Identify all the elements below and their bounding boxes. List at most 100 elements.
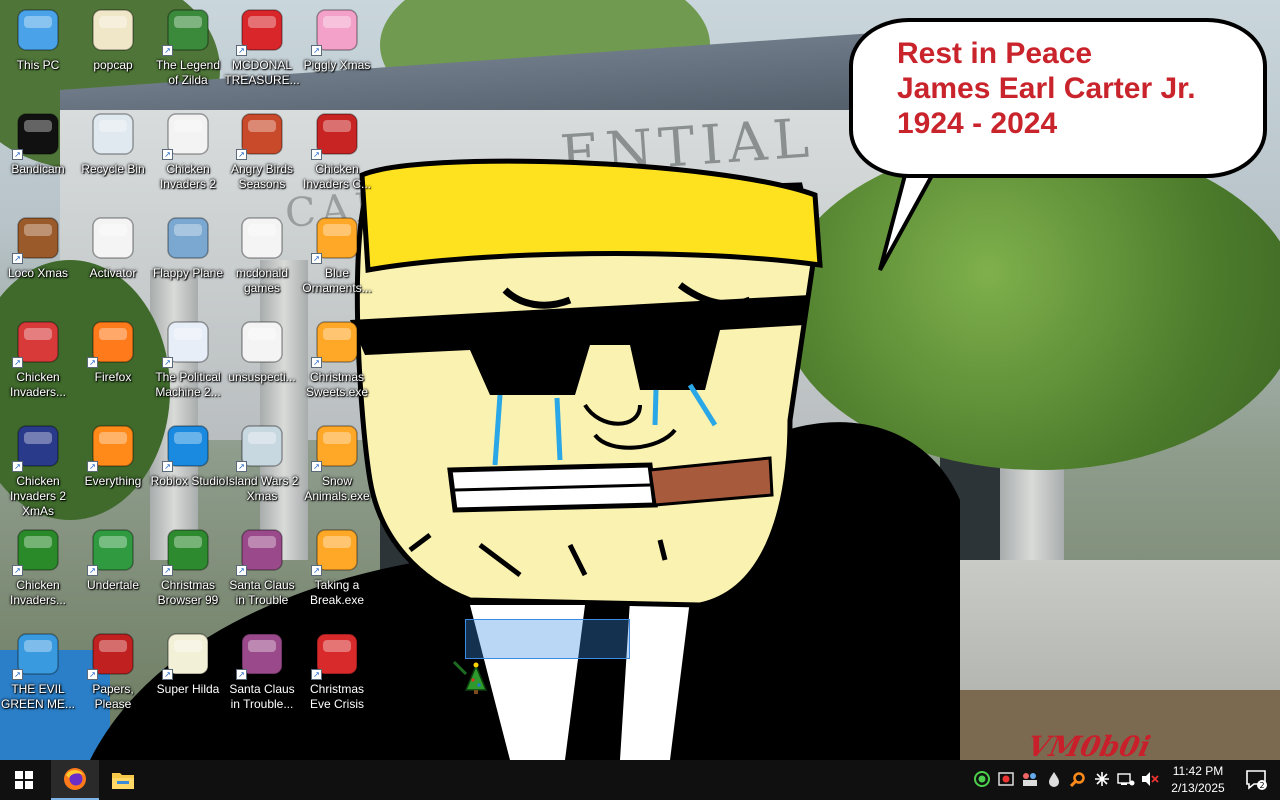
shortcut-arrow-icon: ↗ [236, 669, 247, 680]
notification-count: 2 [1259, 781, 1264, 790]
tray-star-icon[interactable] [1093, 770, 1111, 788]
chicken-invaders-icon: ↗ [12, 318, 62, 368]
bubble-line-1: Rest in Peace [897, 37, 1093, 70]
desktop-icon-angry-birds-seasons[interactable]: ↗ Angry Birds Seasons [224, 104, 300, 204]
popcap-installer-icon: ↗ [311, 214, 361, 264]
watermark-text: VM0b0i [1024, 730, 1154, 760]
desktop-icon-papers-please[interactable]: ↗ Papers, Please [75, 624, 151, 724]
desktop-icon-popcap[interactable]: popcap [75, 0, 151, 100]
santa-face-icon: ↗ [311, 630, 361, 680]
shortcut-arrow-icon: ↗ [311, 565, 322, 576]
taskbar-clock[interactable]: 11:42 PM 2/13/2025 [1163, 763, 1233, 797]
desktop-icon-firefox[interactable]: ↗ Firefox [75, 312, 151, 412]
desktop-icon-label: The Political Machine 2... [155, 370, 221, 399]
shortcut-arrow-icon: ↗ [87, 565, 98, 576]
desktop-icon-mcdonal-treasure[interactable]: ↗ MCDONAL TREASURE... [224, 0, 300, 100]
folder-file-icon [238, 214, 286, 262]
desktop-icon-mcdonald-games[interactable]: mcdonald games [224, 208, 300, 308]
tray-droplet-icon[interactable] [1045, 770, 1063, 788]
shortcut-arrow-icon: ↗ [162, 461, 173, 472]
popcap-folder-icon [89, 6, 137, 54]
desktop-icon-loco-xmas[interactable]: ↗ Loco Xmas [0, 208, 76, 308]
desktop-icon-label: Snow Animals.exe [304, 474, 370, 503]
tray-volume-muted-icon[interactable] [1141, 770, 1159, 788]
desktop-icon-santa-claus-in-trouble[interactable]: ↗ Santa Claus in Trouble [224, 520, 300, 620]
shortcut-arrow-icon: ↗ [311, 253, 322, 264]
desktop-icon-the-legend-of-zilda[interactable]: ↗ The Legend of Zilda [150, 0, 226, 100]
shortcut-arrow-icon: ↗ [311, 461, 322, 472]
desktop-icon-label: This PC [16, 58, 60, 72]
shortcut-arrow-icon: ↗ [236, 461, 247, 472]
desktop-icon-taking-a-break-exe[interactable]: ↗ Taking a Break.exe [299, 520, 375, 620]
firefox-icon [64, 768, 86, 790]
tray-bandicam-icon[interactable] [997, 770, 1015, 788]
desktop-icon-label: Firefox [94, 370, 132, 384]
shortcut-arrow-icon: ↗ [12, 357, 23, 368]
desktop-icon-christmas-sweets-exe[interactable]: ↗ Christmas Sweets.exe [299, 312, 375, 412]
start-button[interactable] [0, 760, 48, 800]
shortcut-arrow-icon: ↗ [162, 149, 173, 160]
piggly-pig-icon: ↗ [311, 6, 361, 56]
political-machine-icon: ↗ [162, 318, 212, 368]
action-center-button[interactable]: 2 [1232, 760, 1280, 800]
tray-group-icon[interactable] [1021, 770, 1039, 788]
desktop-icon-roblox-studio[interactable]: ↗ Roblox Studio [150, 416, 226, 516]
desktop-icon-chicken-invaders-c[interactable]: ↗ Chicken Invaders C... [299, 104, 375, 204]
desktop-icon-the-political-machine-2[interactable]: ↗ The Political Machine 2... [150, 312, 226, 412]
desktop-icon-recycle-bin[interactable]: Recycle Bin [75, 104, 151, 204]
desktop-icon-label: Roblox Studio [150, 474, 226, 488]
desktop-icon-christmas-browser-99[interactable]: ↗ Christmas Browser 99 [150, 520, 226, 620]
desktop-icon-chicken-invaders[interactable]: ↗ Chicken Invaders... [0, 312, 76, 412]
desktop-icon-label: Super Hilda [156, 682, 220, 696]
desktop-icon-chicken-invaders[interactable]: ↗ Chicken Invaders... [0, 520, 76, 620]
desktop-icon-flappy-plane[interactable]: Flappy Plane [150, 208, 226, 308]
shortcut-arrow-icon: ↗ [162, 45, 173, 56]
desktop-icon-label: unsuspecti... [228, 370, 296, 384]
desktop-icon-everything[interactable]: ↗ Everything [75, 416, 151, 516]
desktop-icon-undertale[interactable]: ↗ Undertale [75, 520, 151, 620]
recycle-bin-icon [89, 110, 137, 158]
desktop-icon-unsuspecti[interactable]: unsuspecti... [224, 312, 300, 412]
desktop-icon-label: Christmas Browser 99 [157, 578, 219, 607]
chicken-invaders-xmas-icon: ↗ [12, 422, 62, 472]
desktop-icon-santa-claus-in-trouble[interactable]: ↗ Santa Claus in Trouble... [224, 624, 300, 724]
speech-bubble: Rest in Peace James Earl Carter Jr. 1924… [849, 18, 1267, 178]
desktop-icon-blue-ornaments[interactable]: ↗ Blue Ornaments... [299, 208, 375, 308]
desktop-icon-activator[interactable]: Activator [75, 208, 151, 308]
desktop-icon-the-evil-green-me[interactable]: ↗ THE EVIL GREEN ME... [0, 624, 76, 724]
desktop-icon-snow-animals-exe[interactable]: ↗ Snow Animals.exe [299, 416, 375, 516]
taskbar-firefox-button[interactable] [51, 760, 99, 800]
desktop-icon-label: mcdonald games [235, 266, 289, 295]
bubble-line-3: 1924 - 2024 [897, 107, 1058, 140]
desktop-icon-this-pc[interactable]: This PC [0, 0, 76, 100]
desktop-icon-label: Angry Birds Seasons [230, 162, 294, 191]
desktop-icon-piggly-xmas[interactable]: ↗ Piggly Xmas [299, 0, 375, 100]
desktop-icon-label: MCDONAL TREASURE... [224, 58, 300, 87]
santa-trouble-icon: ↗ [236, 630, 286, 680]
desktop-icon-label: Chicken Invaders... [9, 370, 67, 399]
papers-please-icon: ↗ [87, 630, 137, 680]
tray-network-icon[interactable] [1117, 770, 1135, 788]
shortcut-arrow-icon: ↗ [162, 357, 173, 368]
taskbar-file-explorer-button[interactable] [99, 760, 147, 800]
clock-date: 2/13/2025 [1171, 781, 1225, 795]
desktop-icon-chicken-invaders-2[interactable]: ↗ Chicken Invaders 2 [150, 104, 226, 204]
desktop-icon-super-hilda[interactable]: ↗ Super Hilda [150, 624, 226, 724]
undertale-icon: ↗ [87, 526, 137, 576]
shortcut-arrow-icon: ↗ [311, 149, 322, 160]
start-windows-icon [15, 771, 33, 789]
shortcut-arrow-icon: ↗ [12, 669, 23, 680]
notification-icon: 2 [1246, 770, 1267, 790]
desktop-icon-bandicam[interactable]: ↗ Bandicam [0, 104, 76, 204]
desktop-icon-chicken-invaders-2-xmas[interactable]: ↗ Chicken Invaders 2 XmAs [0, 416, 76, 518]
christmas-tree-cursor-icon [452, 660, 488, 694]
desktop-icon-label: Activator [89, 266, 137, 280]
shortcut-arrow-icon: ↗ [87, 357, 98, 368]
desktop-icon-island-wars-2-xmas[interactable]: ↗ Island Wars 2 Xmas [224, 416, 300, 516]
desktop-icon-christmas-eve-crisis[interactable]: ↗ Christmas Eve Crisis [299, 624, 375, 724]
desktop-icon-label: Loco Xmas [7, 266, 69, 280]
bubble-line-2: James Earl Carter Jr. [897, 72, 1196, 105]
tray-green-circle-icon[interactable] [973, 770, 991, 788]
popcap-installer-icon: ↗ [311, 318, 361, 368]
tray-search-icon[interactable] [1069, 770, 1087, 788]
